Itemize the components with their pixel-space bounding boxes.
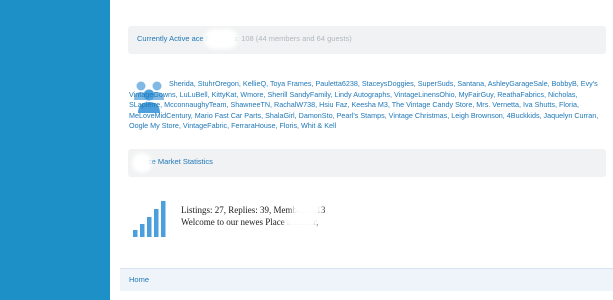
- statistics-bars-icon: [133, 201, 166, 237]
- main-content: Currently Active ace Members: 108 (44 me…: [110, 0, 613, 300]
- breadcrumb-footer: Home: [120, 268, 613, 291]
- online-members-list[interactable]: Sherida, StuhrOregon, KellieQ, Toya Fram…: [129, 79, 605, 132]
- redacted-patch: [132, 153, 152, 173]
- redacted-patch: [204, 29, 238, 49]
- redacted-patch: [284, 214, 318, 228]
- left-sidebar-band: [0, 0, 110, 300]
- home-link[interactable]: Home: [129, 275, 149, 284]
- online-members-count: : 108 (44 members and 64 guests): [237, 34, 352, 43]
- online-members-header: Currently Active ace Members: 108 (44 me…: [128, 26, 606, 54]
- market-statistics-header: Place Market Statistics: [128, 149, 606, 177]
